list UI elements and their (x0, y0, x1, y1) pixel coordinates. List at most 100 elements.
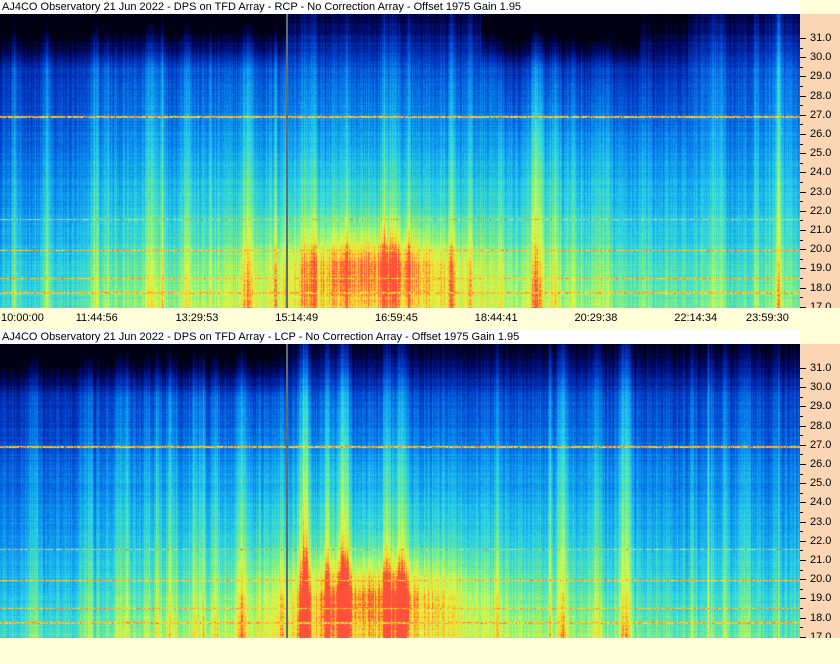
freq-minor-tick (800, 608, 803, 609)
freq-tick (800, 134, 806, 135)
freq-tick (800, 76, 806, 78)
freq-tick (800, 483, 806, 485)
freq-label: 26.0 (810, 128, 832, 140)
freq-tick (800, 172, 806, 174)
freq-label: 19.0 (810, 262, 832, 275)
freq-label: 31.0 (810, 362, 832, 374)
freq-label: 22.0 (810, 534, 832, 547)
freq-tick (800, 191, 806, 193)
freq-tick (800, 38, 806, 39)
freq-tick (800, 249, 806, 251)
freq-minor-tick (800, 182, 803, 183)
freq-minor-tick (800, 416, 803, 417)
freq-minor-tick (800, 627, 803, 629)
freq-minor-tick (800, 201, 803, 203)
freq-tick (800, 560, 806, 561)
freq-minor-tick (800, 86, 803, 87)
freq-minor-tick (800, 162, 803, 164)
freq-label: 23.0 (810, 185, 832, 198)
freq-tick (800, 368, 806, 369)
freq-minor-tick (800, 473, 803, 475)
time-cursor-line[interactable] (286, 344, 288, 638)
freq-label: 27.0 (810, 108, 832, 121)
freq-tick (800, 521, 806, 523)
bottom-margin (0, 638, 840, 664)
freq-label: 19.0 (810, 592, 832, 605)
freq-minor-tick (800, 143, 803, 145)
freq-tick (800, 95, 806, 97)
freq-label: 29.0 (810, 70, 832, 83)
freq-label: 27.0 (810, 438, 832, 451)
time-label: 11:44:56 (75, 312, 118, 324)
freq-label: 22.0 (810, 204, 832, 217)
freq-tick (800, 502, 806, 504)
freq-tick (800, 287, 806, 289)
freq-label: 28.0 (810, 89, 832, 102)
freq-minor-tick (800, 396, 803, 398)
time-label: 22:14:34 (674, 312, 718, 324)
time-label: 10:00:00 (1, 312, 44, 324)
freq-minor-tick (800, 569, 803, 571)
freq-minor-tick (800, 588, 803, 590)
panel-title-lcp: AJ4CO Observatory 21 Jun 2022 - DPS on T… (0, 330, 800, 344)
freq-tick (800, 57, 806, 59)
freq-label: 18.0 (810, 281, 832, 294)
freq-tick (800, 444, 806, 446)
freq-tick (800, 425, 806, 427)
time-axis: 10:00:00 11:44:56 13:29:53 15:14:49 16:59:45… (0, 308, 840, 330)
freq-label: 30.0 (810, 51, 832, 64)
freq-minor-tick (800, 278, 803, 279)
freq-label: 21.0 (810, 224, 832, 236)
freq-label: 24.0 (810, 496, 832, 509)
freq-minor-tick (800, 550, 803, 552)
freq-minor-tick (800, 47, 803, 49)
freq-tick (800, 406, 806, 408)
freq-minor-tick (800, 492, 803, 494)
freq-tick (800, 268, 806, 270)
time-label: 15:14:49 (275, 312, 319, 324)
freq-tick (800, 230, 806, 231)
freq-label: 20.0 (810, 243, 832, 256)
spectrogram-canvas-lcp (0, 344, 800, 638)
freq-tick (800, 210, 806, 212)
freq-tick (800, 540, 806, 542)
freq-label: 25.0 (810, 477, 832, 490)
freq-tick (800, 598, 806, 600)
freq-label: 25.0 (810, 147, 832, 160)
time-label: 20:29:38 (574, 312, 618, 324)
freq-label: 29.0 (810, 400, 832, 413)
spectrogram-lcp[interactable] (0, 344, 800, 638)
frequency-axis-lcp: 31.0 30.0 29.0 28.0 27.0 26.0 25.0 24.0 23.0 22.0… (800, 344, 840, 648)
freq-label: 21.0 (810, 554, 832, 566)
freq-minor-tick (800, 435, 803, 437)
freq-minor-tick (800, 124, 803, 126)
freq-label: 24.0 (810, 166, 832, 179)
freq-tick (800, 579, 806, 581)
freq-minor-tick (800, 297, 803, 299)
time-label: 18:44:41 (474, 312, 518, 324)
freq-minor-tick (800, 512, 803, 513)
freq-tick (800, 617, 806, 619)
freq-minor-tick (800, 239, 803, 241)
freq-minor-tick (800, 258, 803, 260)
freq-label: 26.0 (810, 458, 832, 470)
freq-tick (800, 114, 806, 116)
time-label: 16:59:45 (375, 312, 418, 324)
freq-minor-tick (800, 105, 803, 107)
freq-label: 18.0 (810, 611, 832, 624)
freq-label: 20.0 (810, 573, 832, 586)
freq-tick (800, 464, 806, 465)
frequency-axis-rcp: 31.0 30.0 29.0 28.0 27.0 26.0 25.0 24.0 23.0 22.0… (800, 14, 840, 318)
freq-label: 31.0 (810, 32, 832, 44)
spectrogram-canvas-rcp (0, 14, 800, 308)
time-label: 23:59:30 (746, 312, 789, 324)
freq-label: 23.0 (810, 515, 832, 528)
freq-minor-tick (800, 531, 803, 533)
freq-label: 30.0 (810, 381, 832, 394)
freq-minor-tick (800, 377, 803, 379)
time-cursor-line[interactable] (286, 14, 288, 308)
spectrogram-rcp[interactable] (0, 14, 800, 308)
panel-title-rcp: AJ4CO Observatory 21 Jun 2022 - DPS on T… (0, 0, 800, 14)
freq-minor-tick (800, 66, 803, 68)
freq-tick (800, 153, 806, 155)
